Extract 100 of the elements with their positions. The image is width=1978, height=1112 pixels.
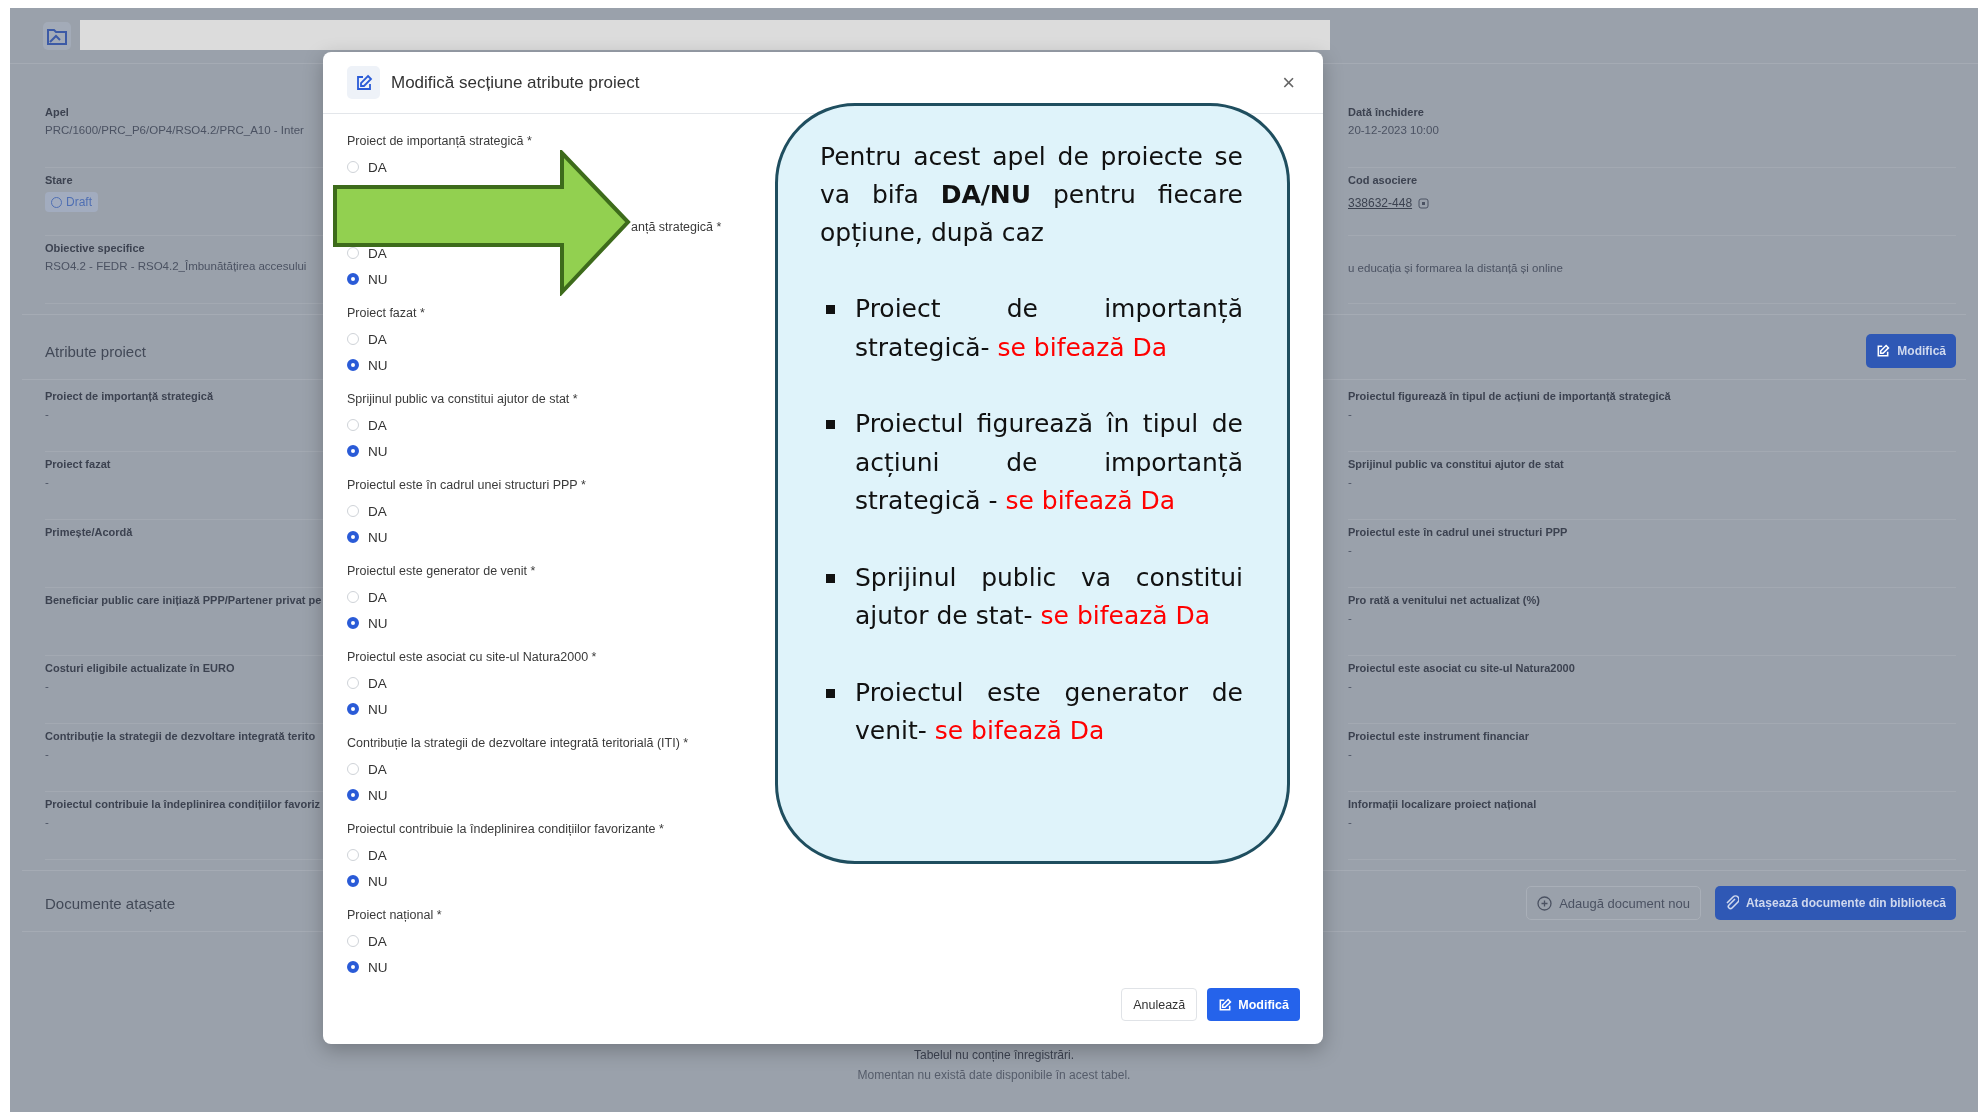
option-label[interactable]: NU xyxy=(368,615,388,631)
option-label[interactable]: DA xyxy=(368,331,387,347)
option-label[interactable]: NU xyxy=(368,443,388,459)
field-value: - xyxy=(1348,612,1352,624)
bullet-icon xyxy=(826,305,835,314)
option-label[interactable]: NU xyxy=(368,873,388,889)
option-label[interactable]: DA xyxy=(368,159,387,175)
callout-bullet-text: Proiect de importanță strategică- se bifează Da xyxy=(855,293,1243,364)
option-label[interactable]: NU xyxy=(368,787,388,803)
field-label: Proiectul este instrument financiar xyxy=(1348,730,1530,742)
question-label: Proiectul este generator de venit * xyxy=(347,564,536,578)
callout-bullet-text: Proiectul este generator de venit- se bifează Da xyxy=(855,676,1243,747)
field-value: - xyxy=(1348,680,1352,692)
field-label: Stare xyxy=(45,174,74,186)
option-label[interactable]: NU xyxy=(368,529,388,545)
empty-state-title: Tabelul nu conține înregistrări. xyxy=(913,1048,1075,1062)
option-label[interactable]: NU xyxy=(368,701,388,717)
section-title: Atribute proiect xyxy=(45,342,146,360)
radio-button[interactable] xyxy=(347,961,359,973)
field-value: - xyxy=(45,816,49,828)
option-label[interactable]: DA xyxy=(368,761,387,777)
bullet-icon xyxy=(826,420,835,429)
field-value: - xyxy=(1348,476,1352,488)
callout-bullet-text: Proiectul figurează în tipul de acțiuni de importanță strategică - se bifează Da xyxy=(855,408,1243,517)
field-value: 20-12-2023 10:00 xyxy=(1348,124,1439,136)
field-label: Proiect de importanță strategică xyxy=(45,390,215,402)
field-value: - xyxy=(1348,408,1352,420)
field-label: Primește/Acordă xyxy=(45,526,134,538)
field-value: RSO4.2 - FEDR - RSO4.2_Îmbunătățirea accesului xyxy=(45,260,307,272)
status-badge: Draft xyxy=(45,192,98,212)
folder-icon xyxy=(43,21,71,50)
field-value: - xyxy=(1348,544,1352,556)
option-label[interactable]: NU xyxy=(368,357,388,373)
field-value: - xyxy=(45,476,49,488)
code-link[interactable]: 338632-448 xyxy=(1348,196,1413,210)
close-button[interactable]: × xyxy=(1278,69,1299,96)
radio-button[interactable] xyxy=(347,617,359,629)
edit-icon xyxy=(1876,344,1891,358)
radio-button[interactable] xyxy=(347,359,359,371)
question-label: Contribuție la strategii de dezvoltare integrată teritorială (ITI) * xyxy=(347,736,689,750)
attach-button[interactable]: Atașează documente din bibliotecă xyxy=(1714,886,1956,920)
option-label[interactable]: DA xyxy=(368,503,387,519)
radio-button[interactable] xyxy=(347,531,359,543)
field-label: Proiectul este în cadrul unei structuri PPP xyxy=(1348,526,1569,538)
field-label: Sprijinul public va constitui ajutor de stat xyxy=(1348,458,1565,470)
field-label: Pro rată a venitului net actualizat (%) xyxy=(1348,594,1541,606)
field-value: - xyxy=(45,408,49,420)
option-label[interactable]: DA xyxy=(368,675,387,691)
field-label: Costuri eligibile actualizate în EURO xyxy=(45,662,236,674)
option-label[interactable]: DA xyxy=(368,417,387,433)
question-label: Proiectul contribuie la îndeplinirea condițiilor favorizante * xyxy=(347,822,664,836)
paperclip-icon xyxy=(1724,895,1739,911)
field-value: - xyxy=(45,680,49,692)
field-label: Beneficiar public care inițiază PPP/Partener privat pe xyxy=(45,594,323,606)
option-label[interactable]: DA xyxy=(368,847,387,863)
radio-button[interactable] xyxy=(347,445,359,457)
plus-circle-icon xyxy=(1537,895,1553,911)
question-label: Proiectul este asociat cu site-ul Natura2000 * xyxy=(347,650,597,664)
question-label: Proiect fazat * xyxy=(347,306,425,320)
edit-icon xyxy=(1218,997,1233,1012)
callout-text: Pentru acest apel de proiecte se va bifa DA/NU pentru fiecare opțiune, după caz xyxy=(820,141,1243,249)
bullet-icon xyxy=(826,573,835,583)
modify-button[interactable]: Modifică xyxy=(1866,334,1956,368)
option-label[interactable]: NU xyxy=(368,959,388,975)
section-title: Documente atașate xyxy=(45,894,176,912)
field-label: Proiectul este asociat cu site-ul Natura2000 xyxy=(1348,662,1576,674)
radio-button[interactable] xyxy=(347,703,359,715)
field-value: - xyxy=(45,748,49,760)
field-label: Proiectul contribuie la îndeplinirea condițiilor favoriz xyxy=(45,798,322,810)
radio-button[interactable] xyxy=(347,875,359,887)
field-label: Apel xyxy=(45,106,70,118)
bullet-icon xyxy=(826,688,835,698)
option-label[interactable]: DA xyxy=(368,589,387,605)
question-label: Proiect de importanță strategică * xyxy=(347,134,532,148)
field-value: PRC/1600/PRC_P6/OP4/RSO4.2/PRC_A10 - Inter xyxy=(45,124,304,136)
question-label: Sprijinul public va constitui ajutor de stat * xyxy=(347,392,578,406)
empty-state-text: Momentan nu există date disponibile în acest tabel. xyxy=(857,1068,1131,1082)
field-value: - xyxy=(1348,748,1352,760)
edit-icon xyxy=(347,66,380,99)
question-label: Proiect național * xyxy=(347,908,442,922)
field-label: Obiective specifice xyxy=(45,242,146,254)
radio-button[interactable] xyxy=(347,273,359,285)
callout-bullet-text: Sprijinul public va constitui ajutor de stat- se bifează Da xyxy=(855,561,1243,632)
copy-icon xyxy=(1418,197,1430,209)
modify-button[interactable]: Modifică xyxy=(1207,988,1300,1021)
field-label: Proiectul figurează în tipul de acțiuni de importanță strategică xyxy=(1348,390,1672,402)
field-label: Proiect fazat xyxy=(45,458,112,470)
field-value: - xyxy=(1348,816,1352,828)
field-value: u educația și formarea la distanță și online xyxy=(1348,262,1563,274)
question-label: anță strategică * xyxy=(631,220,722,234)
question-label: Proiectul este în cadrul unei structuri PPP * xyxy=(347,478,586,492)
option-label[interactable]: DA xyxy=(368,245,387,261)
dialog-title: Modifică secțiune atribute proiect xyxy=(391,72,641,93)
field-label: Informații localizare proiect național xyxy=(1348,798,1538,810)
option-label[interactable]: NU xyxy=(368,271,388,287)
field-label: Contribuție la strategii de dezvoltare integrată terito xyxy=(45,730,317,742)
radio-button[interactable] xyxy=(347,789,359,801)
field-label: Cod asociere xyxy=(1348,174,1419,186)
option-label[interactable]: DA xyxy=(368,933,387,949)
cancel-button[interactable]: Anulează xyxy=(1121,988,1198,1021)
